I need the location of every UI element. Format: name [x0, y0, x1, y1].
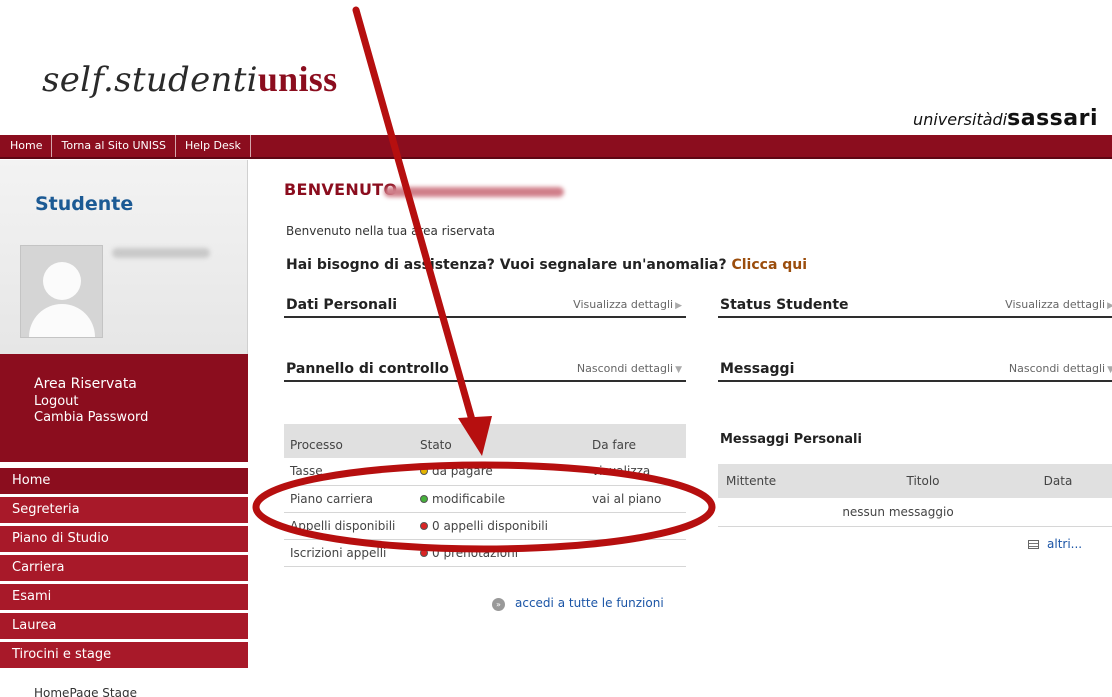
process-status: modificabile — [414, 485, 586, 513]
panel-personal-title: Dati Personali — [286, 297, 398, 313]
status-details-label: Visualizza dettagli — [1005, 298, 1106, 311]
blurred-welcome-name — [384, 187, 564, 197]
header-mittente: Mittente — [718, 464, 848, 498]
expand-arrow-icon: ▶ — [675, 301, 682, 311]
top-navigation: Home Torna al Sito UNISS Help Desk — [0, 135, 1112, 159]
menu-item-piano-di-studio[interactable]: Piano di Studio — [0, 526, 248, 552]
reserved-area-box: Area Riservata Logout Cambia Password — [0, 354, 248, 462]
status-dot-icon — [420, 521, 428, 530]
control-details-toggle[interactable]: Nascondi dettagli ▼ — [577, 362, 682, 375]
reserved-area-title[interactable]: Area Riservata — [34, 376, 248, 392]
menu-item-laurea[interactable]: Laurea — [0, 613, 248, 639]
status-details-toggle[interactable]: Visualizza dettagli ▶ — [1005, 298, 1112, 311]
process-name: Iscrizioni appelli — [284, 539, 414, 567]
all-functions-label: accedi a tutte le funzioni — [515, 596, 664, 610]
status-dot-icon — [420, 548, 428, 557]
collapse-arrow-icon: ▼ — [675, 365, 682, 375]
status-dot-icon — [420, 494, 428, 503]
double-chevron-icon: » — [492, 598, 505, 611]
process-table-header: Processo Stato Da fare — [284, 424, 686, 458]
menu-item-segreteria[interactable]: Segreteria — [0, 497, 248, 523]
process-name: Tasse — [284, 458, 414, 486]
process-status: 0 prenotazioni — [414, 539, 586, 567]
help-text: Hai bisogno di assistenza? Vuoi segnalar… — [286, 257, 727, 273]
status-text: da pagare — [432, 464, 493, 479]
process-table: Processo Stato Da fare Tasse da pagare v… — [284, 424, 686, 567]
process-action-link[interactable]: visualizza — [586, 458, 686, 486]
sidebar-title: Studente — [35, 193, 134, 215]
logo-brand: uniss — [257, 59, 338, 99]
welcome-title: BENVENUTO — [284, 180, 398, 199]
panel-personal-data: Dati Personali Visualizza dettagli ▶ — [284, 294, 686, 318]
avatar-body — [29, 304, 95, 337]
expand-arrow-icon: ▶ — [1107, 301, 1112, 311]
table-row: Piano carriera modificabile vai al piano — [284, 485, 686, 513]
more-messages-link[interactable]: altri... — [1028, 537, 1082, 551]
header-processo: Processo — [284, 424, 414, 458]
change-password-link[interactable]: Cambia Password — [34, 410, 248, 426]
status-text: 0 prenotazioni — [432, 545, 519, 560]
panel-student-status: Status Studente Visualizza dettagli ▶ — [718, 294, 1112, 318]
topnav-help-desk[interactable]: Help Desk — [176, 135, 251, 157]
header-stato: Stato — [414, 424, 586, 458]
site-logo[interactable]: self.studentiuniss — [42, 58, 337, 100]
logout-link[interactable]: Logout — [34, 394, 248, 410]
avatar-head — [43, 262, 81, 300]
status-text: modificabile — [432, 491, 506, 506]
header-data: Data — [998, 464, 1112, 498]
collapse-arrow-icon: ▼ — [1107, 365, 1112, 375]
menu-item-carriera[interactable]: Carriera — [0, 555, 248, 581]
messages-table-header: Mittente Titolo Data — [718, 464, 1112, 498]
help-line: Hai bisogno di assistenza? Vuoi segnalar… — [286, 257, 807, 273]
panel-messages-title: Messaggi — [720, 361, 795, 377]
submenu-homepage-stage[interactable]: HomePage Stage — [34, 686, 137, 697]
header-da-fare: Da fare — [586, 424, 686, 458]
process-action-link[interactable]: vai al piano — [586, 485, 686, 513]
process-status: 0 appelli disponibili — [414, 512, 586, 540]
university-name: sassari — [1007, 106, 1098, 131]
process-action-link — [586, 539, 686, 567]
table-row: Iscrizioni appelli 0 prenotazioni — [284, 539, 686, 567]
process-action-link — [586, 512, 686, 540]
messages-details-toggle[interactable]: Nascondi dettagli ▼ — [1009, 362, 1112, 375]
document-icon — [1028, 540, 1039, 549]
university-prefix: universitàdi — [913, 110, 1008, 129]
personal-messages-title: Messaggi Personali — [720, 432, 862, 447]
menu-item-esami[interactable]: Esami — [0, 584, 248, 610]
table-row: Tasse da pagare visualizza — [284, 458, 686, 486]
personal-details-label: Visualizza dettagli — [573, 298, 674, 311]
avatar — [20, 245, 103, 338]
status-text: 0 appelli disponibili — [432, 518, 548, 533]
menu-item-tirocini-stage[interactable]: Tirocini e stage — [0, 642, 248, 668]
main-menu: Home Segreteria Piano di Studio Carriera… — [0, 468, 248, 671]
process-name: Piano carriera — [284, 485, 414, 513]
control-details-label: Nascondi dettagli — [576, 362, 674, 375]
table-row: Appelli disponibili 0 appelli disponibil… — [284, 512, 686, 540]
panel-control-title: Pannello di controllo — [286, 361, 449, 377]
status-dot-icon — [420, 467, 428, 476]
topnav-uniss-site[interactable]: Torna al Sito UNISS — [52, 135, 176, 157]
blurred-student-name — [112, 248, 210, 258]
student-card: Studente — [0, 160, 248, 354]
header-titolo: Titolo — [848, 464, 998, 498]
table-row: nessun messaggio — [718, 498, 1112, 527]
empty-messages: nessun messaggio — [718, 498, 1112, 527]
welcome-subtitle: Benvenuto nella tua area riservata — [286, 224, 496, 238]
panel-messages: Messaggi Nascondi dettagli ▼ — [718, 358, 1112, 382]
logo-prefix: self.studenti — [42, 60, 258, 100]
more-messages-label: altri... — [1047, 537, 1083, 551]
topnav-home[interactable]: Home — [0, 135, 53, 157]
messages-table: Mittente Titolo Data nessun messaggio — [718, 464, 1112, 527]
help-link[interactable]: Clicca qui — [731, 257, 807, 273]
personal-details-toggle[interactable]: Visualizza dettagli ▶ — [573, 298, 682, 311]
all-functions-link[interactable]: » accedi a tutte le funzioni — [492, 596, 664, 611]
panel-control: Pannello di controllo Nascondi dettagli ▼ — [284, 358, 686, 382]
process-status: da pagare — [414, 458, 586, 486]
panel-status-title: Status Studente — [720, 297, 849, 313]
process-name: Appelli disponibili — [284, 512, 414, 540]
messages-details-label: Nascondi dettagli — [1008, 362, 1106, 375]
university-logo: universitàdisassari — [913, 106, 1098, 131]
menu-item-home[interactable]: Home — [0, 468, 248, 494]
